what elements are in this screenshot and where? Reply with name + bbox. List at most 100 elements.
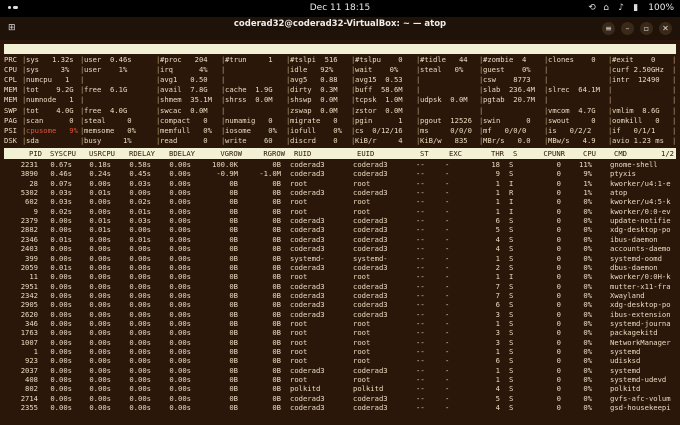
- network-icon[interactable]: ⌂: [603, 3, 612, 13]
- process-cell-syscpu: 0.00s: [50, 356, 72, 366]
- process-cell-rgrow: 0B: [272, 244, 281, 254]
- sys-cell: memsome 0%: [84, 125, 136, 135]
- column-header-s[interactable]: S: [513, 148, 517, 159]
- process-cell-st: --: [416, 281, 425, 291]
- process-cell-cpu: 0%: [583, 272, 592, 282]
- process-row[interactable]: 2403 0.00s 0.00s 0.00s 0.00s 0B 0B coderad3 code…: [0, 244, 680, 253]
- process-row[interactable]: 2379 0.00s 0.01s 0.03s 0.00s 0B 0B coderad3 code…: [0, 216, 680, 225]
- column-header-exc[interactable]: EXC: [449, 148, 462, 159]
- process-cell-cpu: 0%: [583, 281, 592, 291]
- process-cell-syscpu: 0.00s: [50, 328, 72, 338]
- process-cell-s: S: [509, 375, 514, 385]
- sys-cell: memfull 0%: [160, 125, 212, 135]
- process-cell-st: --: [416, 216, 425, 226]
- process-cell-cmd: kworker/0:0-ev: [610, 206, 671, 216]
- process-cell-rdelay: 0.00s: [129, 347, 151, 356]
- sys-cell: MBw/s 4.9: [548, 135, 596, 145]
- process-row[interactable]: 923 0.00s 0.00s 0.00s 0.00s 0B 0B root root -- -6 S…: [0, 356, 680, 365]
- column-header-st[interactable]: ST: [420, 148, 429, 159]
- volume-icon[interactable]: ♪: [618, 3, 627, 13]
- process-cell-exc: -: [445, 300, 450, 310]
- process-row[interactable]: 602 0.03s 0.00s 0.02s 0.00s 0B 0B root root -- -1 I…: [0, 197, 680, 206]
- column-header-rgrow[interactable]: RGROW: [245, 148, 285, 159]
- process-row[interactable]: 2346 0.01s 0.00s 0.01s 0.00s 0B 0B coderad3 code…: [0, 235, 680, 244]
- process-cell-cpu: 1%: [583, 188, 592, 198]
- process-row[interactable]: 1763 0.00s 0.00s 0.00s 0.00s 0B 0B root root -- -3…: [0, 328, 680, 337]
- process-row[interactable]: 2620 0.00s 0.00s 0.00s 0.00s 0B 0B coderad3 code…: [0, 310, 680, 319]
- process-cell-cpu: 0%: [583, 309, 592, 319]
- process-row[interactable]: 2231 0.67s 0.18s 0.58s 0.00s 100.0K 0B coderad3…: [0, 160, 680, 169]
- process-cell-cpu: 0%: [583, 384, 592, 394]
- process-cell-rgrow: 0B: [272, 234, 281, 244]
- sys-cell: user 0.46s: [84, 55, 132, 64]
- battery-icon[interactable]: ▮: [633, 3, 642, 13]
- column-header-ruid[interactable]: RUID: [294, 148, 311, 159]
- process-cell-s: S: [509, 281, 514, 291]
- sys-cell: steal 0: [84, 115, 132, 125]
- process-cell-thr: 4: [495, 384, 500, 394]
- column-separator: |: [479, 115, 484, 125]
- process-cell-vgrow: 0B: [229, 356, 238, 366]
- process-cell-thr: 6: [495, 216, 500, 226]
- process-cell-st: --: [416, 225, 425, 235]
- sys-cell: CPU: [4, 65, 17, 75]
- maximize-button[interactable]: ▫: [640, 22, 653, 35]
- process-row[interactable]: 346 0.00s 0.00s 0.00s 0.00s 0B 0B root root -- -1 S…: [0, 319, 680, 328]
- column-separator: |: [544, 55, 549, 64]
- column-separator: |: [416, 85, 421, 95]
- column-header-cpu[interactable]: CPU: [556, 148, 596, 159]
- column-separator: |: [479, 65, 484, 75]
- process-cell-vgrow: 100.0K: [212, 160, 238, 169]
- process-cell-rgrow: 0B: [272, 328, 281, 338]
- column-separator: |: [156, 95, 161, 105]
- process-row[interactable]: 2951 0.00s 0.00s 0.00s 0.00s 0B 0B coderad3 code…: [0, 282, 680, 291]
- process-cell-exc: -: [445, 318, 450, 328]
- process-row[interactable]: 2059 0.01s 0.00s 0.00s 0.00s 0B 0B coderad3 code…: [0, 263, 680, 272]
- column-header-bdelay[interactable]: BDELAY: [155, 148, 195, 159]
- process-row[interactable]: 28 0.07s 0.00s 0.03s 0.00s 0B 0B root root -- -1 I 0…: [0, 179, 680, 188]
- process-row[interactable]: 399 0.00s 0.00s 0.00s 0.00s 0B 0B systemd-syste…: [0, 254, 680, 263]
- process-row[interactable]: 1007 0.00s 0.00s 0.00s 0.00s 0B 0B root root -- -3…: [0, 338, 680, 347]
- process-cell-st: --: [416, 197, 425, 207]
- sys-cell: vmcom 4.7G: [548, 105, 596, 115]
- process-row[interactable]: 11 0.00s 0.00s 0.00s 0.00s 0B 0B root root -- -1 I 0…: [0, 272, 680, 281]
- minimize-button[interactable]: –: [621, 22, 634, 35]
- column-header-usrcpu[interactable]: USRCPU: [75, 148, 115, 159]
- menu-icon[interactable]: ≡: [602, 22, 615, 35]
- column-separator: |: [672, 105, 677, 115]
- process-row[interactable]: 2905 0.00s 0.00s 0.00s 0.00s 0B 0B coderad3 code…: [0, 300, 680, 309]
- column-separator: |: [672, 135, 677, 145]
- process-row[interactable]: 408 0.00s 0.00s 0.00s 0.00s 0B 0B root root -- -1 S…: [0, 375, 680, 384]
- process-cell-rdelay: 0.00s: [129, 281, 151, 291]
- column-header-thr[interactable]: THR: [464, 148, 504, 159]
- process-cell-st: --: [416, 178, 425, 188]
- column-separator: |: [286, 55, 291, 64]
- process-cell-rdelay: 0.00s: [129, 290, 151, 300]
- process-cell-cmd: ibus-daemon: [610, 234, 658, 244]
- process-row[interactable]: 2714 0.00s 0.00s 0.00s 0.00s 0B 0B coderad3 code…: [0, 394, 680, 403]
- sys-cell: sda: [26, 135, 39, 145]
- process-row[interactable]: 802 0.00s 0.00s 0.00s 0.00s 0B 0B polkitd polkit…: [0, 384, 680, 393]
- close-button[interactable]: ✕: [659, 22, 672, 35]
- column-header-rdelay[interactable]: RDELAY: [115, 148, 155, 159]
- share-icon[interactable]: ⟲: [588, 3, 597, 13]
- process-row[interactable]: 2037 0.00s 0.00s 0.00s 0.00s 0B 0B coderad3 code…: [0, 366, 680, 375]
- process-row[interactable]: 3890 0.46s 0.24s 0.45s 0.00s -0.9M -1.0M codera…: [0, 169, 680, 178]
- column-header-vgrow[interactable]: VGROW: [202, 148, 242, 159]
- clock[interactable]: Dec 11 18:15: [0, 3, 680, 13]
- process-row[interactable]: 5302 0.03s 0.01s 0.00s 0.00s 0B 0B coderad3 code…: [0, 188, 680, 197]
- process-cell-exc: -: [445, 188, 450, 198]
- process-row[interactable]: 9 0.02s 0.00s 0.01s 0.00s 0B 0B root root -- -1 I 0 0…: [0, 207, 680, 216]
- process-cell-cpu: 1%: [583, 178, 592, 188]
- column-header-euid[interactable]: EUID: [357, 148, 374, 159]
- sys-cell: clones 0: [548, 55, 596, 64]
- process-row[interactable]: 2882 0.00s 0.01s 0.00s 0.00s 0B 0B coderad3 code…: [0, 225, 680, 234]
- process-row[interactable]: 1 0.00s 0.00s 0.00s 0.00s 0B 0B root root -- -1 S 0 0…: [0, 347, 680, 356]
- column-header-cmd[interactable]: CMD: [614, 148, 627, 159]
- process-row[interactable]: 2342 0.00s 0.00s 0.00s 0.00s 0B 0B coderad3 code…: [0, 291, 680, 300]
- column-header-syscpu[interactable]: SYSCPU: [36, 148, 76, 159]
- process-cell-usrcpu: 0.00s: [89, 300, 111, 310]
- sys-cell: MBr/s 0.0: [483, 135, 531, 145]
- process-row[interactable]: 2355 0.00s 0.00s 0.00s 0.00s 0B 0B coderad3 code…: [0, 403, 680, 412]
- process-cell-bdelay: 0.00s: [169, 393, 191, 403]
